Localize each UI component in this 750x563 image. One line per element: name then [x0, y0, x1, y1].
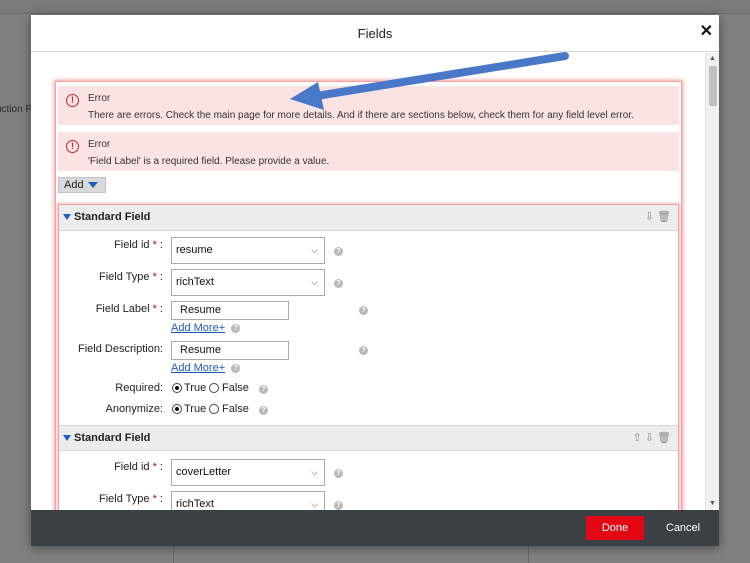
- add-more-link[interactable]: Add More+: [171, 322, 225, 334]
- background-topbar: [0, 0, 750, 14]
- error-container: ! Error There are errors. Check the main…: [55, 81, 682, 510]
- section-actions: ⇧⇩🗑: [633, 431, 674, 444]
- required-true-radio[interactable]: [172, 383, 182, 393]
- help-icon[interactable]: ?: [231, 364, 240, 373]
- move-up-icon[interactable]: ⇧: [633, 432, 645, 444]
- chevron-down-icon: ⌵: [311, 467, 318, 477]
- error-alert: ! Error 'Field Label' is a required fiel…: [58, 132, 679, 171]
- help-icon[interactable]: ?: [334, 501, 343, 510]
- required-false-radio[interactable]: [209, 383, 219, 393]
- close-icon[interactable]: ✕: [700, 23, 713, 41]
- add-more-link[interactable]: Add More+: [171, 362, 225, 374]
- help-icon[interactable]: ?: [231, 324, 240, 333]
- background-partial-text: uction F: [0, 104, 32, 115]
- help-icon[interactable]: ?: [359, 346, 368, 355]
- chevron-down-icon: ⌵: [311, 245, 318, 255]
- caret-down-icon[interactable]: [63, 435, 71, 441]
- anonymize-true-radio[interactable]: [172, 404, 182, 414]
- field-type-label: Field Type * :: [98, 271, 163, 283]
- alert-title: Error: [88, 93, 111, 104]
- field-id-select[interactable]: resume ⌵: [171, 237, 325, 264]
- background-divider: [528, 546, 529, 563]
- scroll-down-icon[interactable]: ▼: [709, 500, 716, 508]
- dialog-scrollbar[interactable]: ▲ ▼: [705, 53, 719, 510]
- field-label-label: Field Label * :: [95, 303, 163, 315]
- field-sections: Standard Field ⇩🗑 Field id * : resume ⌵ ?…: [58, 204, 679, 510]
- chevron-down-icon: ⌵: [311, 277, 318, 287]
- dialog-footer: Done Cancel: [31, 510, 719, 546]
- help-icon[interactable]: ?: [334, 247, 343, 256]
- add-button-label: Add: [64, 179, 84, 191]
- add-button[interactable]: Add: [58, 177, 106, 193]
- alert-message: There are errors. Check the main page fo…: [88, 110, 634, 121]
- dialog-body: ! Error There are errors. Check the main…: [31, 53, 719, 510]
- alert-message: 'Field Label' is a required field. Pleas…: [88, 156, 330, 167]
- field-id-label: Field id * :: [114, 239, 163, 251]
- anonymize-label: Anonymize:: [105, 403, 163, 415]
- section-header[interactable]: Standard Field ⇩🗑: [59, 205, 678, 231]
- alert-circle-icon: !: [66, 94, 79, 107]
- anonymize-false-radio[interactable]: [209, 404, 219, 414]
- field-description-label: Field Description:: [78, 343, 163, 355]
- field-label-input[interactable]: Resume: [171, 301, 289, 320]
- dialog-header: Fields ✕: [31, 15, 719, 52]
- scroll-up-icon[interactable]: ▲: [709, 55, 716, 63]
- done-button[interactable]: Done: [586, 516, 644, 540]
- help-icon[interactable]: ?: [334, 279, 343, 288]
- alert-circle-icon: !: [66, 140, 79, 153]
- field-type-select[interactable]: richText ⌵: [171, 491, 325, 510]
- alert-title: Error: [88, 139, 111, 150]
- chevron-down-icon: ⌵: [311, 499, 318, 509]
- help-icon[interactable]: ?: [334, 469, 343, 478]
- field-type-select[interactable]: richText ⌵: [171, 269, 325, 296]
- move-down-icon[interactable]: ⇩: [645, 432, 657, 444]
- field-id-select[interactable]: coverLetter ⌵: [171, 459, 325, 486]
- error-alert: ! Error There are errors. Check the main…: [58, 86, 679, 125]
- fields-dialog: Fields ✕ ! Error There are errors. Check…: [31, 15, 719, 546]
- required-label: Required:: [115, 382, 163, 394]
- required-true-label: True: [184, 382, 207, 394]
- section-title: Standard Field: [74, 432, 151, 444]
- trash-icon[interactable]: 🗑: [657, 432, 674, 444]
- field-type-label: Field Type * :: [98, 493, 163, 505]
- caret-down-icon: [88, 182, 98, 188]
- help-icon[interactable]: ?: [259, 406, 268, 415]
- section-actions: ⇩🗑: [645, 210, 674, 223]
- help-icon[interactable]: ?: [359, 306, 368, 315]
- dialog-title: Fields: [357, 26, 393, 41]
- section-header[interactable]: Standard Field ⇧⇩🗑: [59, 425, 678, 451]
- required-false-label: False: [222, 382, 249, 394]
- caret-down-icon[interactable]: [63, 214, 71, 220]
- anonymize-true-label: True: [184, 403, 207, 415]
- move-down-icon[interactable]: ⇩: [645, 211, 657, 223]
- field-id-label: Field id * :: [114, 461, 163, 473]
- background-divider: [173, 546, 174, 563]
- cancel-button[interactable]: Cancel: [653, 516, 713, 540]
- anonymize-false-label: False: [222, 403, 249, 415]
- field-description-input[interactable]: Resume: [171, 341, 289, 360]
- help-icon[interactable]: ?: [259, 385, 268, 394]
- trash-icon[interactable]: 🗑: [657, 211, 674, 223]
- section-title: Standard Field: [74, 211, 151, 223]
- scroll-thumb[interactable]: [709, 66, 717, 106]
